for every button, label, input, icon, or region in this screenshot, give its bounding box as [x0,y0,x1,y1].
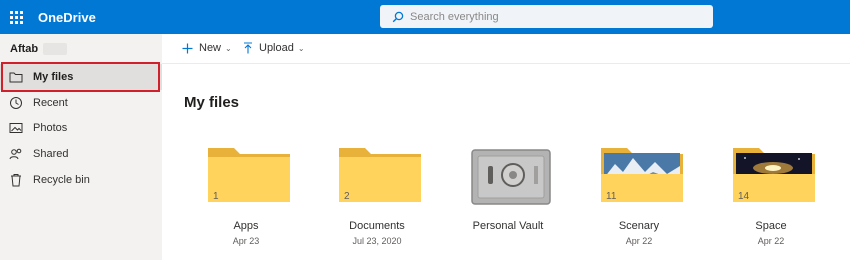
folder-tile-apps[interactable]: 1 Apps Apr 23 [191,144,301,248]
recycle-bin-icon [9,173,23,187]
user-name: Aftab [10,43,68,55]
folder-tile-space[interactable]: 14 Space Apr 22 [716,144,826,248]
item-count: 2 [344,191,350,202]
sidebar-item-recent[interactable]: Recent [0,90,162,116]
sidebar-item-my-files[interactable]: My files [0,64,162,90]
tile-name: Documents [349,220,405,232]
folder-tile-documents[interactable]: 2 Documents Jul 23, 2020 [322,144,432,248]
tile-date: Jul 23, 2020 [352,236,402,246]
sidebar-item-label: My files [33,71,74,83]
photos-icon [9,121,23,135]
folder-tile-scenary[interactable]: 11 Scenary Apr 22 [584,144,694,248]
sidebar-item-label: Recent [33,97,68,109]
upload-icon [244,42,252,54]
search-input[interactable] [410,10,700,23]
page-title: My files [184,94,240,111]
recent-icon [9,96,23,110]
new-button[interactable]: New ⌄ [182,42,232,54]
upload-button-label: Upload [259,42,294,54]
tile-name: Scenary [618,220,660,232]
folder-icon [208,148,290,202]
sidebar-item-label: Shared [33,148,69,160]
app-launcher-icon[interactable] [0,0,32,34]
plus-icon [182,43,193,53]
tile-date: Apr 23 [232,236,260,246]
item-count: 11 [606,191,617,202]
chevron-down-icon: ⌄ [297,43,305,53]
sidebar-item-label: Photos [33,122,68,134]
shared-icon [9,147,23,161]
new-button-label: New [199,42,222,54]
command-bar: New ⌄ Upload ⌄ [162,34,850,64]
chevron-down-icon: ⌄ [225,43,232,53]
top-bar: OneDrive [0,0,850,34]
search-icon [392,11,404,22]
folder-icon [339,148,421,202]
folder-icon [9,70,23,84]
sidebar-item-photos[interactable]: Photos [0,115,162,141]
tile-name: Space [755,220,787,232]
tile-date: Apr 22 [625,236,653,246]
tile-date: Apr 22 [757,236,785,246]
sidebar-item-label: Recycle bin [33,174,90,186]
item-count: 14 [738,191,750,202]
tile-name: Apps [233,220,259,232]
app-title[interactable]: OneDrive [38,10,96,25]
search-box[interactable] [380,5,713,28]
vault-tile-personal-vault[interactable]: Personal Vault [453,144,563,248]
sidebar-item-shared[interactable]: Shared [0,141,162,167]
upload-button[interactable]: Upload ⌄ [243,42,305,54]
sidebar-item-recycle-bin[interactable]: Recycle bin [0,167,162,193]
item-count: 1 [213,191,219,202]
safe-icon [471,149,551,205]
redacted-name [43,43,68,55]
tile-name: Personal Vault [472,220,544,232]
user-name-label: Aftab [10,43,39,55]
